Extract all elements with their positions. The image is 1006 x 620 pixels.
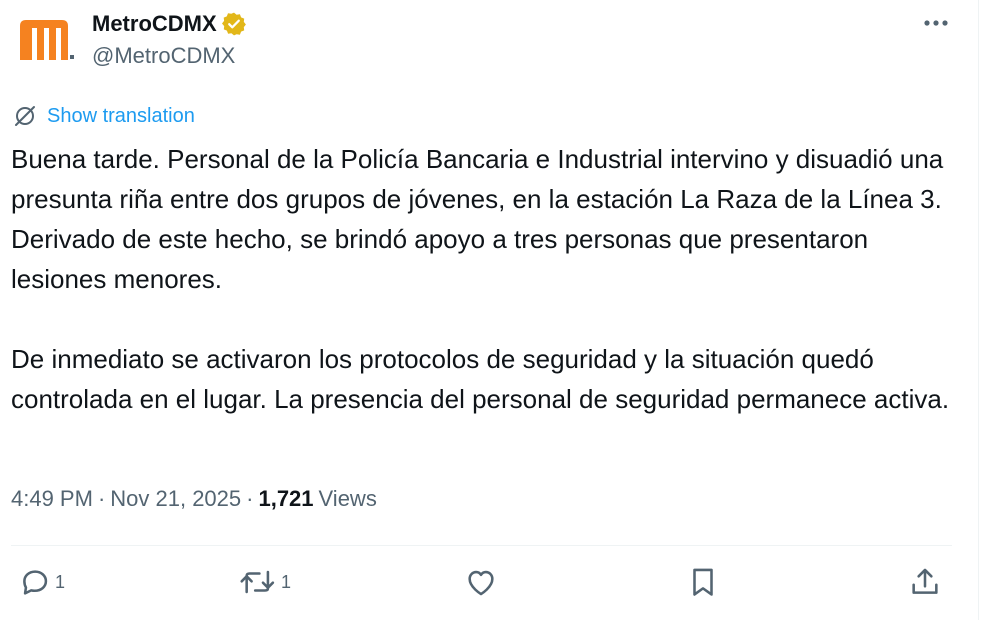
bookmark-icon: [693, 568, 713, 596]
more-options-button[interactable]: [918, 8, 954, 38]
tweet-paragraph: Buena tarde. Personal de la Policía Banc…: [11, 144, 944, 294]
tweet-date[interactable]: Nov 21, 2025: [110, 486, 241, 512]
meta-separator: ·: [97, 486, 106, 511]
reply-icon: [23, 570, 48, 595]
gold-verified-badge-icon: [221, 12, 246, 36]
meta-separator: ·: [246, 486, 254, 511]
show-translation-label[interactable]: Show translation: [47, 105, 195, 128]
retweet-icon: [240, 570, 275, 594]
divider: [11, 545, 952, 546]
views-count: 1,721: [258, 486, 314, 511]
retweet-button[interactable]: 1: [238, 562, 291, 602]
tweet-paragraph: De inmediato se activaron los protocolos…: [11, 344, 950, 414]
retweet-count: 1: [281, 571, 292, 592]
author-display-name[interactable]: MetroCDMX: [92, 11, 217, 37]
metro-cdmx-logo-icon: [12, 8, 78, 74]
tweet-meta: 4:49 PM · Nov 21, 2025 · 1,721 Views: [11, 484, 377, 514]
views-label: Views: [318, 486, 377, 511]
like-button[interactable]: [462, 562, 500, 602]
reply-button[interactable]: 1: [18, 562, 65, 602]
tweet-time[interactable]: 4:49 PM: [11, 486, 93, 512]
column-border: [978, 0, 979, 620]
show-translation-link[interactable]: Show translation: [12, 103, 195, 129]
heart-icon: [468, 570, 494, 596]
tweet-page: MetroCDMX @MetroCDMX Show translation Bu…: [0, 0, 1006, 620]
share-icon: [912, 568, 938, 594]
bookmark-button[interactable]: [686, 562, 720, 602]
reply-count: 1: [55, 571, 66, 592]
more-horizontal-icon: [924, 20, 948, 26]
author-name-row[interactable]: MetroCDMX: [92, 10, 246, 38]
tweet-text: Buena tarde. Personal de la Policía Banc…: [11, 139, 966, 419]
share-button[interactable]: [908, 562, 942, 602]
avatar[interactable]: [12, 8, 78, 74]
globe-slash-icon: [15, 106, 35, 126]
author-handle[interactable]: @MetroCDMX: [92, 43, 235, 69]
